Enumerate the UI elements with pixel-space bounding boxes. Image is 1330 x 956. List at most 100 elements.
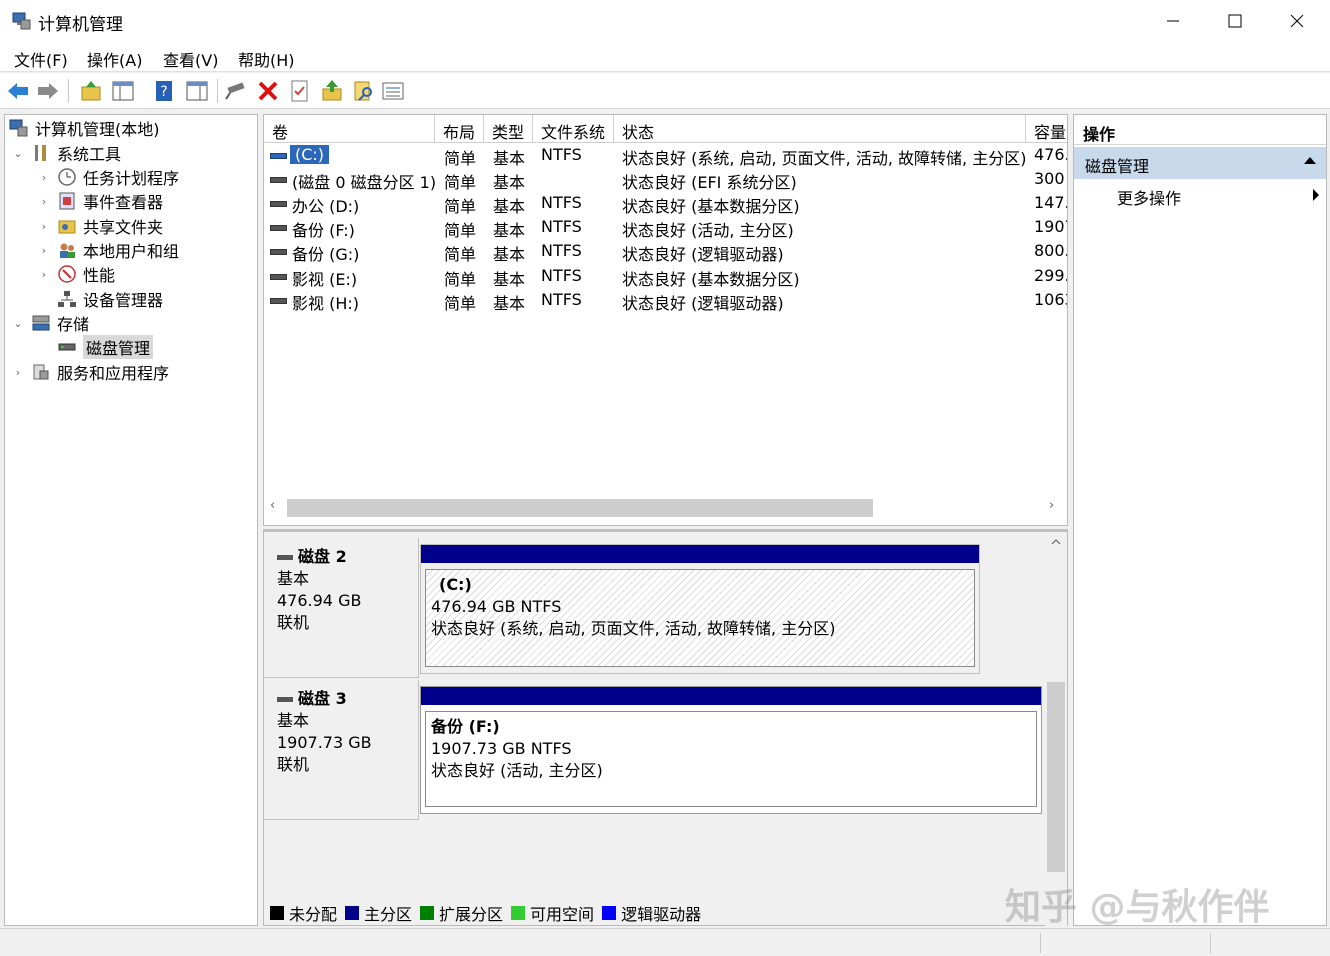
- partition-c[interactable]: (C:) 476.94 GB NTFS 状态良好 (系统, 启动, 页面文件, …: [420, 544, 980, 674]
- collapse-up-icon[interactable]: [1304, 157, 1316, 164]
- tree-item-performance[interactable]: › 性能: [37, 262, 115, 286]
- chevron-right-icon[interactable]: ›: [11, 366, 25, 379]
- menu-action[interactable]: 操作(A): [87, 47, 142, 71]
- volume-type: 基本: [493, 197, 526, 216]
- help-icon[interactable]: ?: [152, 79, 176, 103]
- partition-size: 476.94 GB NTFS: [431, 597, 562, 616]
- disk-3-header[interactable]: 磁盘 3 基本 1907.73 GB 联机: [264, 680, 419, 820]
- tree-item-services-apps[interactable]: › 服务和应用程序: [11, 360, 169, 384]
- disk-icon: [277, 696, 293, 702]
- actions-section-disk-management[interactable]: 磁盘管理: [1074, 147, 1326, 179]
- disk-2-header[interactable]: 磁盘 2 基本 476.94 GB 联机: [264, 538, 419, 678]
- import-icon[interactable]: [320, 79, 344, 103]
- close-button[interactable]: [1266, 0, 1328, 42]
- volume-filesystem: NTFS: [541, 266, 582, 285]
- table-row[interactable]: 影视 (E:) 简单 基本 NTFS 状态良好 (基本数据分区) 299.: [264, 265, 1067, 289]
- chevron-right-icon[interactable]: ›: [37, 268, 51, 281]
- disk-size: 1907.73 GB: [277, 733, 372, 752]
- back-arrow-icon[interactable]: [6, 79, 30, 103]
- tree-label: 服务和应用程序: [57, 364, 170, 383]
- column-header-capacity[interactable]: 容量: [1026, 115, 1067, 143]
- show-hide-tree-icon[interactable]: [111, 79, 135, 103]
- status-separator: [1210, 933, 1211, 953]
- scrollbar-thumb[interactable]: [287, 499, 873, 517]
- volume-type: 基本: [493, 221, 526, 240]
- vertical-scrollbar[interactable]: [1045, 532, 1067, 927]
- up-folder-icon[interactable]: [79, 79, 103, 103]
- tree-item-event-viewer[interactable]: › 事件查看器: [37, 189, 163, 213]
- table-row[interactable]: 办公 (D:) 简单 基本 NTFS 状态良好 (基本数据分区) 147.: [264, 192, 1068, 216]
- search-icon[interactable]: [352, 79, 376, 103]
- column-header-status[interactable]: 状态: [614, 115, 1026, 143]
- scroll-up-icon[interactable]: [1051, 538, 1061, 546]
- table-row[interactable]: (磁盘 0 磁盘分区 1) 简单 基本 状态良好 (EFI 系统分区) 300: [264, 168, 1067, 192]
- tree-label: 共享文件夹: [83, 218, 164, 237]
- tree-label: 存储: [57, 315, 90, 334]
- scroll-left-icon[interactable]: ‹: [270, 498, 275, 513]
- table-row[interactable]: 备份 (G:) 简单 基本 NTFS 状态良好 (逻辑驱动器) 800.: [264, 240, 1067, 264]
- tree-item-system-tools[interactable]: ⌄ 系统工具: [11, 141, 121, 165]
- chevron-down-icon[interactable]: ⌄: [11, 317, 25, 330]
- column-header-type[interactable]: 类型: [484, 115, 533, 143]
- properties-icon[interactable]: [288, 79, 312, 103]
- tree-item-shared-folders[interactable]: › 共享文件夹: [37, 214, 163, 238]
- more-actions-item[interactable]: 更多操作: [1117, 185, 1319, 209]
- volume-filesystem: NTFS: [541, 217, 582, 236]
- disk-icon: [58, 343, 76, 351]
- device-manager-icon: [58, 291, 76, 307]
- list-view-icon[interactable]: [381, 79, 405, 103]
- table-row[interactable]: 影视 (H:) 简单 基本 NTFS 状态良好 (逻辑驱动器) 1063: [264, 289, 1067, 313]
- connect-icon[interactable]: [224, 79, 248, 103]
- clock-icon: [58, 168, 76, 186]
- volume-name: 备份 (G:): [292, 245, 360, 264]
- chevron-right-icon[interactable]: ›: [37, 195, 51, 208]
- tree-item-disk-management[interactable]: 磁盘管理: [57, 335, 154, 359]
- volume-type: 基本: [493, 149, 526, 168]
- toolbar-separator: [217, 79, 218, 103]
- legend-swatch: [420, 906, 435, 920]
- partition-size: 1907.73 GB NTFS: [431, 739, 572, 758]
- title-bar: 计算机管理: [0, 0, 1330, 42]
- volume-layout: 简单: [444, 245, 477, 264]
- legend: 未分配 主分区 扩展分区 可用空间 逻辑驱动器: [270, 902, 709, 924]
- column-header-volume[interactable]: 卷: [264, 115, 435, 143]
- scroll-right-icon[interactable]: ›: [1049, 498, 1054, 513]
- tree-item-task-scheduler[interactable]: › 任务计划程序: [37, 165, 179, 189]
- horizontal-scrollbar[interactable]: ‹ ›: [264, 497, 1067, 519]
- legend-swatch: [270, 906, 284, 920]
- chevron-down-icon[interactable]: ⌄: [11, 147, 25, 160]
- tree-item-local-users[interactable]: › 本地用户和组: [37, 238, 179, 262]
- forward-arrow-icon[interactable]: [36, 79, 60, 103]
- menu-help[interactable]: 帮助(H): [238, 47, 295, 71]
- chevron-right-icon[interactable]: ›: [37, 171, 51, 184]
- disk-kind: 基本: [277, 569, 310, 588]
- show-hide-action-pane-icon[interactable]: [185, 79, 209, 103]
- menu-file[interactable]: 文件(F): [14, 47, 68, 71]
- legend-swatch: [511, 906, 526, 920]
- volume-layout: 简单: [444, 270, 477, 289]
- minimize-button[interactable]: [1142, 0, 1204, 42]
- scrollbar-thumb[interactable]: [1047, 682, 1065, 872]
- tree-item-device-manager[interactable]: 设备管理器: [57, 287, 163, 311]
- disk-size: 476.94 GB: [277, 591, 362, 610]
- volume-layout: 简单: [444, 173, 477, 192]
- svg-text:?: ?: [160, 84, 167, 100]
- tree-item-storage[interactable]: ⌄ 存储: [11, 311, 89, 335]
- legend-swatch: [345, 906, 360, 920]
- table-row[interactable]: (C:) 简单 基本 NTFS 状态良好 (系统, 启动, 页面文件, 活动, …: [264, 144, 1067, 168]
- chevron-right-icon[interactable]: ›: [37, 220, 51, 233]
- chevron-right-icon[interactable]: ›: [37, 244, 51, 257]
- shared-folder-icon: [58, 220, 76, 234]
- delete-icon[interactable]: [256, 79, 280, 103]
- computer-management-window: 计算机管理 文件(F) 操作(A) 查看(V) 帮助(H) ? 计算机管理(本地…: [0, 0, 1330, 956]
- column-header-layout[interactable]: 布局: [435, 115, 484, 143]
- menu-view[interactable]: 查看(V): [163, 47, 218, 71]
- column-header-filesystem[interactable]: 文件系统: [533, 115, 614, 143]
- tree-item-computer-management[interactable]: 计算机管理(本地): [9, 116, 160, 140]
- partition-f[interactable]: 备份 (F:) 1907.73 GB NTFS 状态良好 (活动, 主分区): [420, 686, 1042, 814]
- disk-icon: [270, 225, 287, 231]
- close-icon: [1290, 14, 1304, 28]
- table-row[interactable]: 备份 (F:) 简单 基本 NTFS 状态良好 (活动, 主分区) 1907: [264, 216, 1067, 240]
- volume-capacity: 147.: [1034, 193, 1068, 212]
- maximize-button[interactable]: [1204, 0, 1266, 42]
